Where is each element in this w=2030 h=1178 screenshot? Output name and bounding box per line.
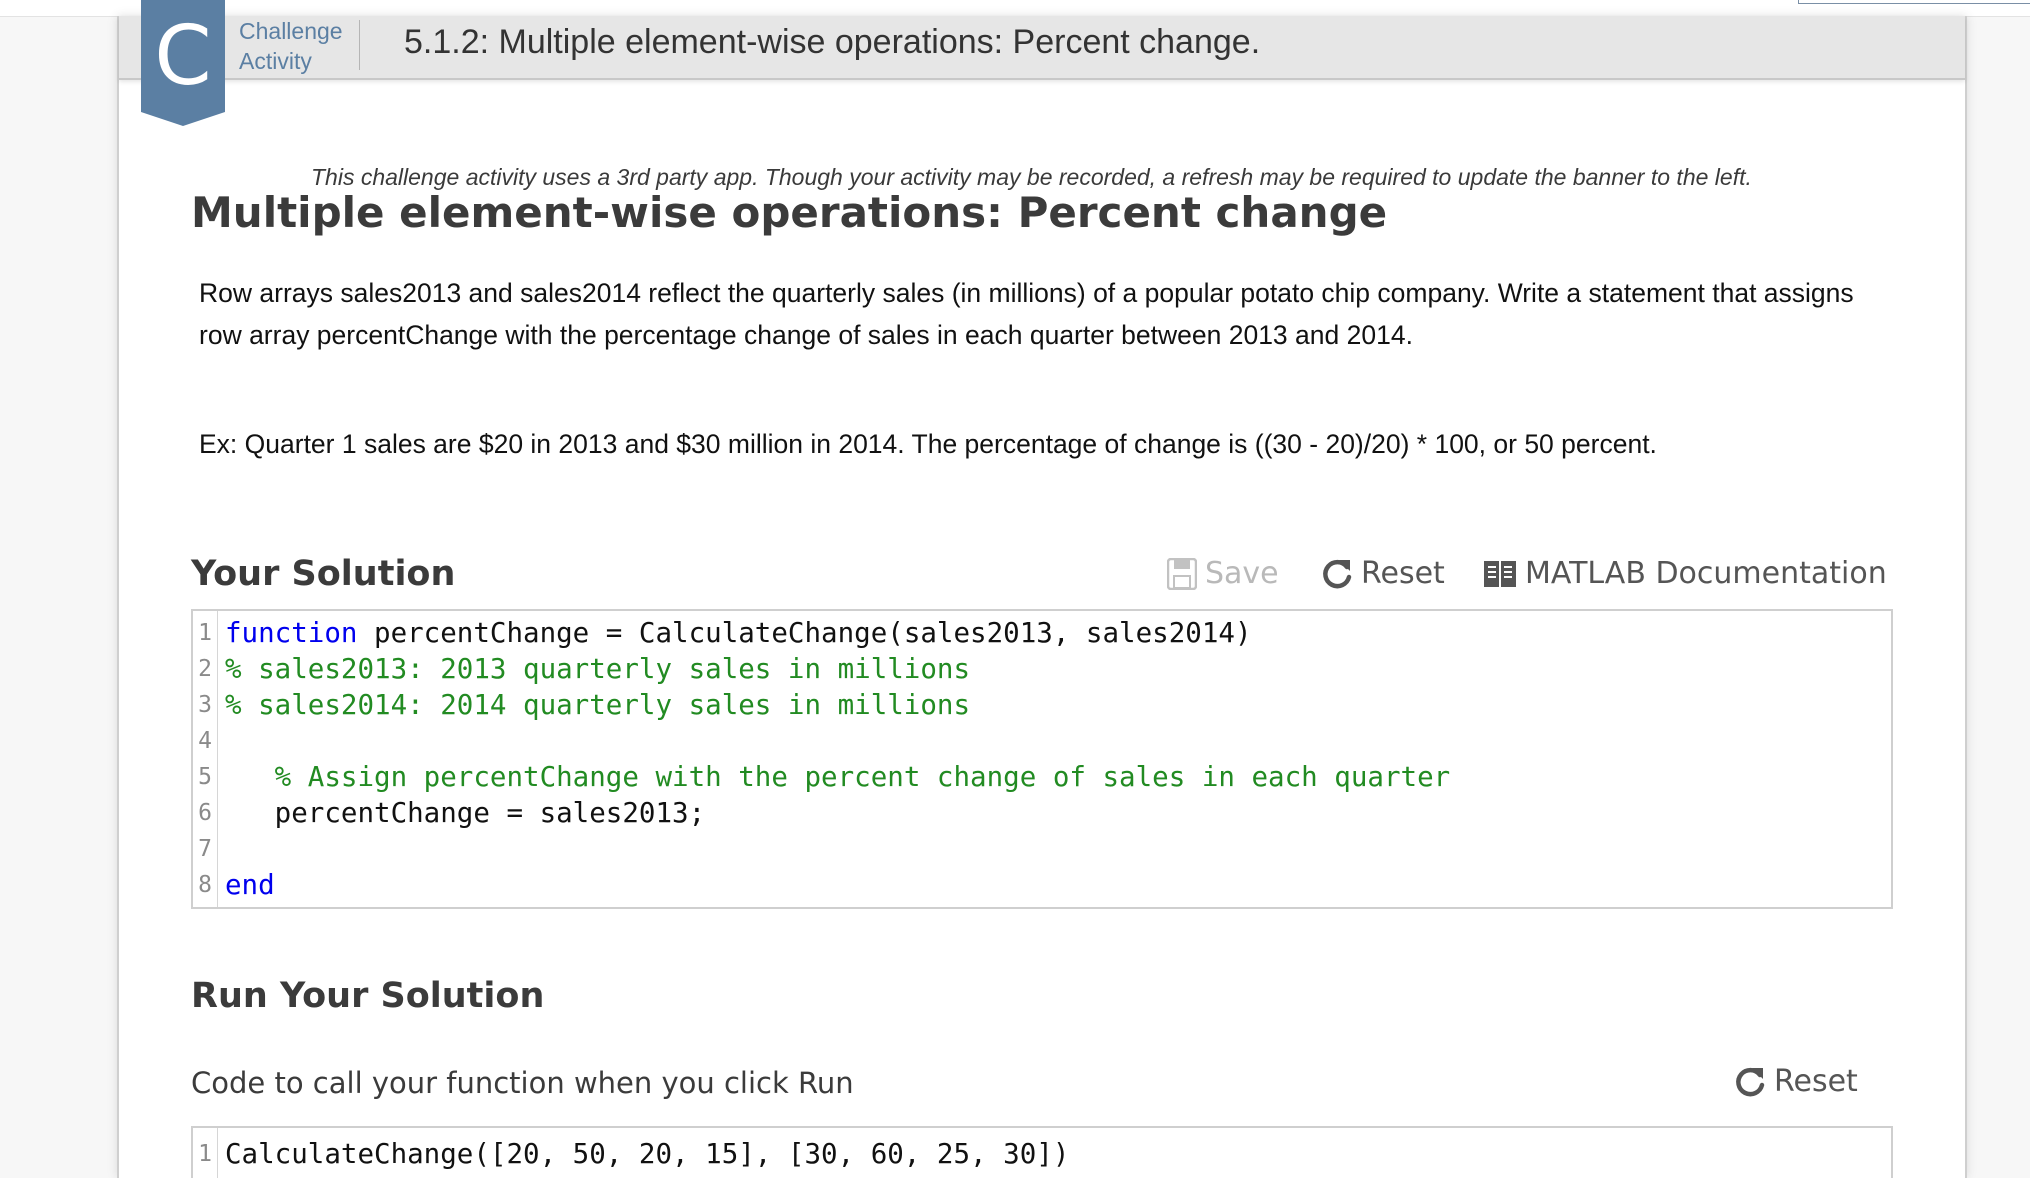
code-text: % sales2014: 2014 quarterly sales in mil… (217, 689, 970, 721)
code-text: percentChange = sales2013; (217, 797, 705, 829)
code-line[interactable]: 1 function percentChange = CalculateChang… (193, 615, 1891, 651)
code-comment: % sales2013: 2013 quarterly sales in mil… (225, 653, 971, 685)
solution-code-editor[interactable]: 1 function percentChange = CalculateChang… (191, 609, 1893, 909)
code-line[interactable]: 5 % Assign percentChange with the percen… (193, 759, 1891, 795)
code-text: function percentChange = CalculateChange… (217, 617, 1252, 649)
line-number: 1 (198, 620, 212, 646)
code-plain: percentChange = CalculateChange(sales201… (357, 617, 1252, 649)
reset-icon (1321, 557, 1353, 591)
top-right-frame (1798, 0, 2030, 4)
problem-statement: Row arrays sales2013 and sales2014 refle… (199, 278, 1854, 350)
code-line[interactable]: 6 percentChange = sales2013; (193, 795, 1891, 831)
header-divider (359, 20, 360, 70)
activity-header: C Challenge Activity 5.1.2: Multiple ele… (119, 0, 1965, 126)
code-plain: percentChange = sales2013; (225, 797, 706, 829)
reset-label: Reset (1361, 556, 1445, 591)
code-text: end (217, 869, 275, 901)
code-keyword: end (225, 869, 275, 901)
reset-icon (1734, 1065, 1766, 1099)
challenge-badge-icon: C (141, 0, 225, 126)
activity-type-line1: Challenge (239, 18, 343, 44)
line-number: 5 (198, 764, 212, 790)
code-line[interactable]: 3 % sales2014: 2014 quarterly sales in mi… (193, 687, 1891, 723)
browser-top-strip (0, 0, 2030, 17)
save-icon (1167, 557, 1197, 590)
line-number: 7 (198, 836, 212, 862)
run-code-lines: 1 CalculateChange([20, 50, 20, 15], [30, … (193, 1128, 1891, 1172)
reset-button[interactable]: Reset (1321, 556, 1445, 591)
code-comment: % Assign percentChange with the percent … (274, 761, 1451, 793)
page-title: Multiple element-wise operations: Percen… (191, 188, 1388, 237)
your-solution-heading: Your Solution (191, 554, 456, 594)
run-reset-button[interactable]: Reset (1734, 1064, 1858, 1099)
activity-type-line2: Activity (239, 48, 312, 74)
activity-type-label: Challenge Activity (239, 16, 343, 76)
badge-letter: C (154, 9, 211, 104)
code-line[interactable]: 7 (193, 831, 1891, 867)
run-your-solution-heading: Run Your Solution (191, 976, 545, 1016)
page: C Challenge Activity 5.1.2: Multiple ele… (0, 0, 2030, 1178)
code-keyword: function (225, 617, 358, 649)
code-comment: % sales2014: 2014 quarterly sales in mil… (225, 689, 971, 721)
run-code-description: Code to call your function when you clic… (191, 1066, 854, 1100)
run-reset-label: Reset (1774, 1064, 1858, 1099)
code-line[interactable]: 1 CalculateChange([20, 50, 20, 15], [30, … (193, 1136, 1891, 1172)
save-label: Save (1205, 556, 1279, 591)
activity-title: 5.1.2: Multiple element-wise operations:… (404, 23, 1261, 61)
line-number: 1 (198, 1141, 212, 1167)
activity-card: C Challenge Activity 5.1.2: Multiple ele… (117, 0, 1967, 1178)
book-icon (1483, 559, 1517, 589)
code-line[interactable]: 4 (193, 723, 1891, 759)
line-number: 3 (198, 692, 212, 718)
code-text: % Assign percentChange with the percent … (217, 761, 1451, 793)
line-number: 6 (198, 800, 212, 826)
code-text: % sales2013: 2013 quarterly sales in mil… (217, 653, 970, 685)
matlab-documentation-label: MATLAB Documentation (1525, 556, 1887, 591)
solution-code-lines: 1 function percentChange = CalculateChang… (193, 611, 1891, 903)
third-party-notice: This challenge activity uses a 3rd party… (311, 164, 1752, 190)
code-line[interactable]: 8 end (193, 867, 1891, 903)
code-text: CalculateChange([20, 50, 20, 15], [30, 6… (217, 1138, 1069, 1170)
matlab-documentation-link[interactable]: MATLAB Documentation (1483, 556, 1887, 591)
code-plain (225, 761, 275, 793)
code-line[interactable]: 2 % sales2013: 2013 quarterly sales in mi… (193, 651, 1891, 687)
problem-example: Ex: Quarter 1 sales are $20 in 2013 and … (199, 429, 1657, 459)
line-number: 2 (198, 656, 212, 682)
code-plain: CalculateChange([20, 50, 20, 15], [30, 6… (225, 1138, 1070, 1170)
line-number: 8 (198, 872, 212, 898)
save-button[interactable]: Save (1167, 556, 1279, 591)
run-code-editor[interactable]: 1 CalculateChange([20, 50, 20, 15], [30, … (191, 1126, 1893, 1178)
line-number: 4 (198, 728, 212, 754)
